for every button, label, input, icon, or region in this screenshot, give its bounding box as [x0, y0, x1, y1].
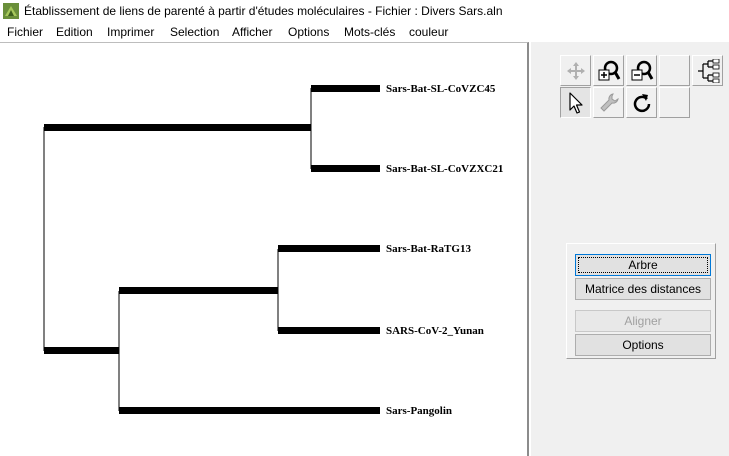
command-group: Arbre Matrice des distances Aligner Opti… [566, 243, 716, 359]
tree-leaf-label[interactable]: SARS-CoV-2_Yunan [386, 325, 484, 337]
tree-branch-upper [44, 124, 311, 131]
matrice-distances-button[interactable]: Matrice des distances [575, 278, 711, 300]
menu-edition[interactable]: Edition [56, 25, 93, 39]
tree-branch-lower-inner [119, 287, 278, 294]
options-button[interactable]: Options [575, 334, 711, 356]
wrench-icon [600, 93, 619, 112]
menu-options[interactable]: Options [288, 25, 329, 39]
menu-selection[interactable]: Selection [170, 25, 219, 39]
phylogenetic-tree: Sars-Bat-SL-CoVZC45 Sars-Bat-SL-CoVZXC21… [43, 83, 503, 417]
aligner-button: Aligner [575, 310, 711, 332]
empty-tool-slot [659, 87, 690, 118]
menu-mots-cles[interactable]: Mots-clés [344, 25, 395, 39]
rotate-icon [633, 94, 651, 113]
tree-leaf-label[interactable]: Sars-Bat-SL-CoVZC45 [386, 83, 496, 95]
tree-leaf-label[interactable]: Sars-Bat-SL-CoVZXC21 [386, 163, 503, 175]
app-icon [3, 3, 19, 19]
tree-branch-ratg13 [278, 245, 380, 252]
scroll-button [560, 55, 591, 86]
window-title: Établissement de liens de parenté à part… [24, 4, 503, 18]
zoom-out-button[interactable] [626, 55, 657, 86]
tree-leaf-label[interactable]: Sars-Pangolin [386, 405, 452, 417]
tree-layout-button[interactable] [692, 55, 723, 86]
tree-layout-icon [698, 59, 720, 83]
menu-couleur[interactable]: couleur [409, 25, 448, 39]
wrench-button [593, 87, 624, 118]
scroll-arrows-icon [567, 62, 585, 80]
arbre-button[interactable]: Arbre [575, 254, 711, 276]
tree-branch-root-lower [44, 347, 119, 354]
tree-branch-yunan [278, 327, 380, 334]
tree-branch-pangolin [119, 407, 380, 414]
tree-branch-zxc21 [311, 165, 380, 172]
empty-tool-slot [659, 55, 690, 86]
tree-leaf-label[interactable]: Sars-Bat-RaTG13 [386, 243, 471, 255]
menu-afficher[interactable]: Afficher [232, 25, 272, 39]
pointer-icon [569, 92, 583, 114]
menu-fichier[interactable]: Fichier [7, 25, 43, 39]
rotate-button[interactable] [626, 87, 657, 118]
zoom-in-button[interactable] [593, 55, 624, 86]
tree-panel[interactable]: Sars-Bat-SL-CoVZC45 Sars-Bat-SL-CoVZXC21… [0, 42, 529, 456]
zoom-in-icon [598, 60, 621, 81]
menu-bar: Fichier Edition Imprimer Selection Affic… [0, 22, 729, 42]
pointer-button[interactable] [560, 87, 591, 118]
menu-imprimer[interactable]: Imprimer [107, 25, 154, 39]
tool-panel: Arbre Matrice des distances Aligner Opti… [531, 42, 729, 456]
title-bar: Établissement de liens de parenté à part… [0, 0, 729, 22]
tree-branch-zc45 [311, 85, 380, 92]
zoom-out-icon [631, 60, 654, 81]
